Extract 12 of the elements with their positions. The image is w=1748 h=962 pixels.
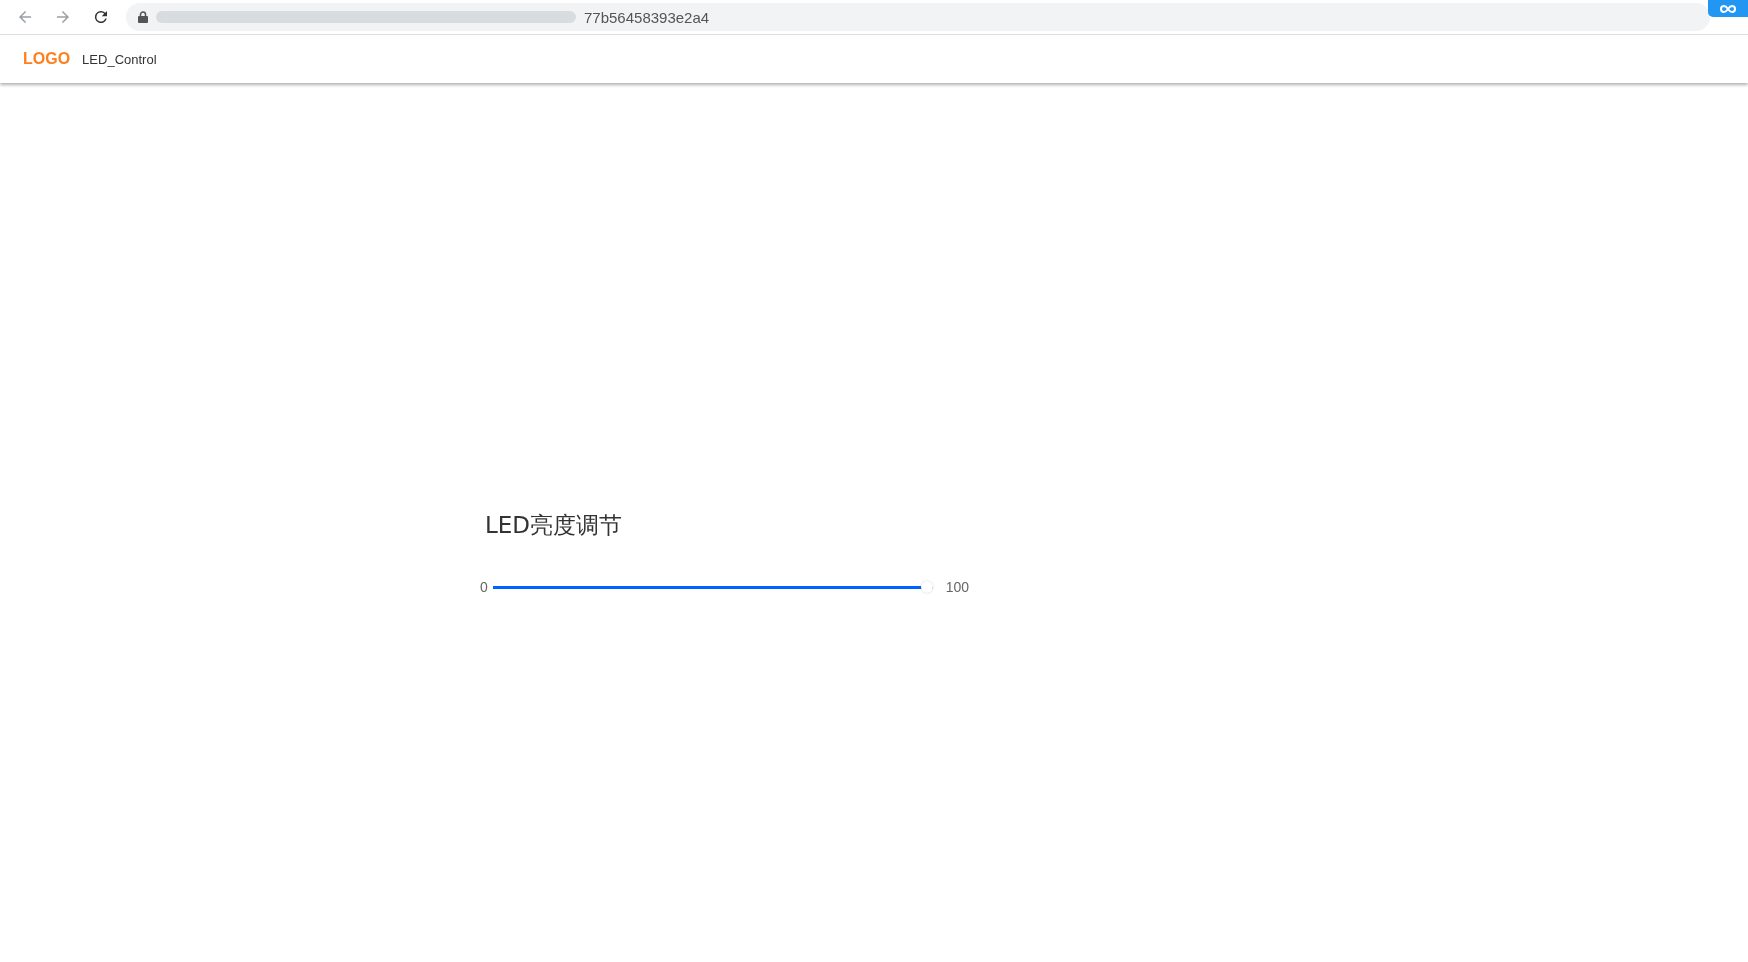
app-title: LED_Control (82, 51, 157, 67)
url-text: 77b56458393e2a4 (584, 8, 710, 26)
section-title: LED亮度调节 (485, 511, 624, 540)
slider-thumb[interactable] (920, 581, 933, 593)
extension-button[interactable] (1708, 0, 1748, 17)
slider-min-label: 0 (480, 579, 488, 595)
address-bar[interactable]: 77b56458393e2a4 (126, 3, 1710, 31)
lock-icon (138, 11, 148, 23)
reload-icon (92, 8, 110, 26)
forward-arrow-icon (54, 8, 72, 26)
slider-max-label: 100 (945, 579, 970, 595)
infinity-icon (1719, 3, 1737, 14)
